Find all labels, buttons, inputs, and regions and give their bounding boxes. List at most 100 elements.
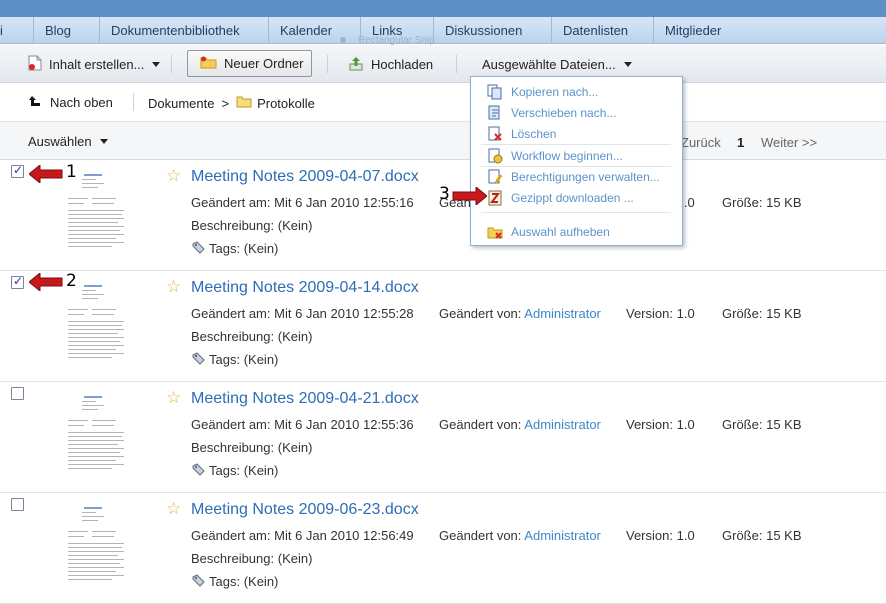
menu-item-workflow[interactable]: Workflow beginnen... [487,146,623,166]
modified-date-label: Geändert am: [191,417,271,432]
modified-by-user-link[interactable]: Administrator [524,417,601,432]
menu-item-copy-label: Kopieren nach... [511,85,599,99]
document-title-link[interactable]: Meeting Notes 2009-06-23.docx [191,501,419,519]
move-icon [487,105,503,121]
select-menu-button[interactable]: Auswählen [28,122,108,160]
menu-item-permissions-label: Berechtigungen verwalten... [511,170,660,184]
navigate-up-button[interactable]: Nach oben [28,95,113,110]
annotation-arrow-2 [28,271,63,294]
document-title-link[interactable]: Meeting Notes 2009-04-14.docx [191,279,419,297]
modified-date: Geändert am: Mit 6 Jan 2010 12:55:16 [191,195,414,210]
row-checkbox[interactable] [11,274,24,289]
annotation-number-1: 1 [66,162,77,182]
version-value: 1.0 [676,528,695,543]
description: Beschreibung: (Kein) [191,551,312,566]
upload-button[interactable]: Hochladen [348,45,433,83]
file-size: Größe: 15 KB [722,195,802,210]
tags-value: (Kein) [243,574,279,589]
menu-item-copy[interactable]: Kopieren nach... [487,82,598,102]
modified-by: Geändert von: Administrator [439,306,601,321]
tags-label: Tags: [209,241,241,256]
create-content-button[interactable]: Inhalt erstellen... [28,45,161,83]
breadcrumb: Dokumente > Protokolle [148,95,315,111]
menu-item-delete[interactable]: Löschen [487,124,556,144]
selection-bar [0,122,886,160]
document-thumbnail[interactable] [62,392,128,474]
document-thumbnail[interactable] [62,281,128,363]
tag-icon [191,574,205,591]
document-thumbnail[interactable] [62,503,128,585]
version-label: Version: [626,306,673,321]
new-folder-icon [200,55,217,72]
selected-files-label: Ausgewählte Dateien... [482,56,616,72]
description-label: Beschreibung: [191,551,275,566]
pager-next[interactable]: Weiter >> [761,135,817,150]
deselect-icon [487,224,503,240]
upload-icon [348,55,364,74]
selected-files-dropdown: Kopieren nach... Verschieben nach... Lös… [470,76,683,246]
modified-by-user-link[interactable]: Administrator [524,306,601,321]
toolbar-divider [171,55,172,73]
menu-item-workflow-label: Workflow beginnen... [511,149,623,163]
version-value: 1.0 [676,306,695,321]
file-size: Größe: 15 KB [722,528,802,543]
favorite-star-icon[interactable]: ☆ [166,277,181,297]
nav-tab-truncated[interactable]: i [0,17,3,44]
toolbar-divider [327,55,328,73]
favorite-star-icon[interactable]: ☆ [166,388,181,408]
site-navigation: i Blog Dokumentenbibliothek Kalender Lin… [0,17,886,44]
favorite-star-icon[interactable]: ☆ [166,499,181,519]
menu-item-move[interactable]: Verschieben nach... [487,103,616,123]
description: Beschreibung: (Kein) [191,218,312,233]
menu-item-move-label: Verschieben nach... [511,106,617,120]
menu-item-zip-download[interactable]: Gezippt downloaden ... [487,188,634,208]
tags: Tags: (Kein) [191,574,278,591]
workflow-icon [487,148,503,164]
version: Version: 1.0 [626,306,695,321]
favorite-star-icon[interactable]: ☆ [166,166,181,186]
annotation-arrow-1 [28,163,63,186]
file-size-label: Größe: [722,417,763,432]
modified-by-user-link[interactable]: Administrator [524,528,601,543]
tags: Tags: (Kein) [191,463,278,480]
navigate-up-label: Nach oben [50,95,113,110]
menu-item-permissions[interactable]: Berechtigungen verwalten... [487,167,660,187]
new-document-icon [28,55,42,74]
tags: Tags: (Kein) [191,352,278,369]
menu-item-deselect[interactable]: Auswahl aufheben [487,222,610,242]
nav-tab-data-lists[interactable]: Datenlisten [551,17,628,44]
document-title-link[interactable]: Meeting Notes 2009-04-07.docx [191,168,419,186]
document-thumbnail[interactable] [62,170,128,252]
row-checkbox[interactable] [11,498,24,511]
version-value: 1.0 [676,417,695,432]
file-size-label: Größe: [722,528,763,543]
annotation-number-2: 2 [66,271,77,291]
tags-label: Tags: [209,574,241,589]
modified-by-label: Geändert von: [439,306,522,321]
file-size: Größe: 15 KB [722,306,802,321]
tag-icon [191,241,205,258]
breadcrumb-root-link[interactable]: Dokumente [148,96,214,111]
breadcrumb-current: Protokolle [257,95,315,111]
nav-tab-blog[interactable]: Blog [33,17,71,44]
copy-icon [487,84,503,100]
up-arrow-icon [28,95,41,110]
row-checkbox[interactable] [11,163,24,178]
tags-value: (Kein) [243,463,279,478]
snip-dot-icon [340,37,346,43]
file-size-label: Größe: [722,195,763,210]
nav-tab-document-library[interactable]: Dokumentenbibliothek [99,17,240,44]
document-title-link[interactable]: Meeting Notes 2009-04-21.docx [191,390,419,408]
new-folder-button[interactable]: Neuer Ordner [187,50,312,77]
select-label: Auswählen [28,133,92,149]
nav-tab-calendar[interactable]: Kalender [268,17,332,44]
nav-tab-discussions[interactable]: Diskussionen [433,17,522,44]
chevron-down-icon [623,61,632,67]
nav-tab-members[interactable]: Mitglieder [653,17,721,44]
description-value: (Kein) [277,440,313,455]
modified-date: Geändert am: Mit 6 Jan 2010 12:55:36 [191,417,414,432]
row-checkbox[interactable] [11,387,24,400]
tags: Tags: (Kein) [191,241,278,258]
modified-by-label: Geändert von: [439,528,522,543]
pager-previous[interactable]: Zurück [681,135,721,150]
